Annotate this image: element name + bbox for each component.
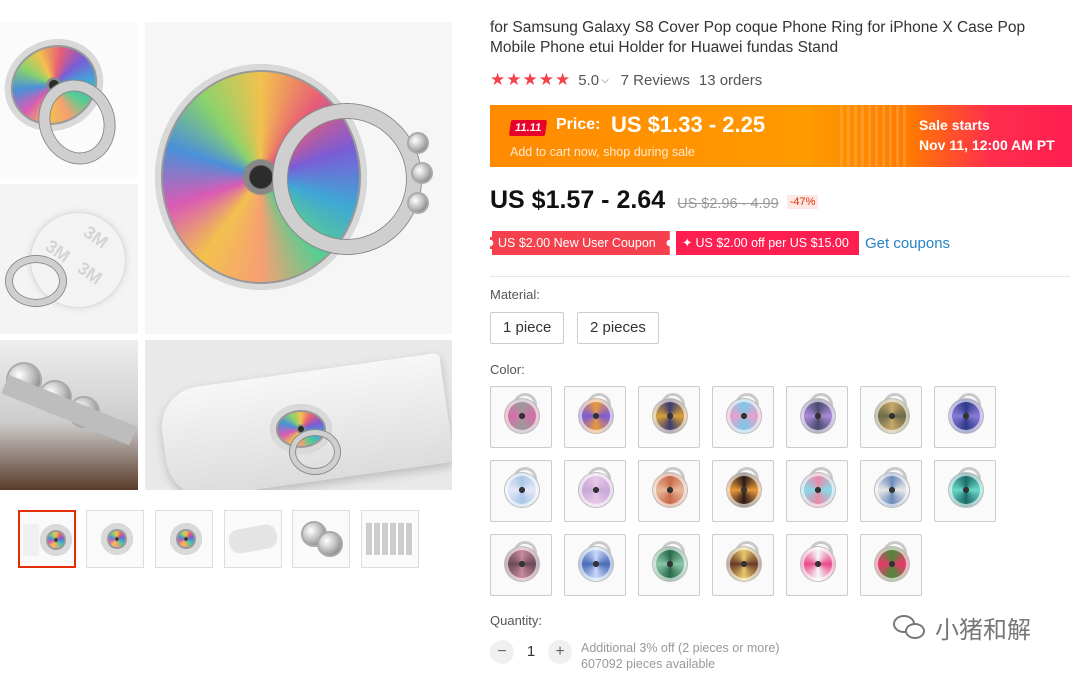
sale-badge: 11.11 (508, 120, 548, 136)
color-swatch[interactable] (860, 534, 922, 596)
store-coupon[interactable]: ✦ US $2.00 off per US $15.00 (676, 231, 859, 255)
thumbnail-1[interactable] (18, 510, 76, 568)
quantity-value[interactable]: 1 (514, 640, 548, 664)
watermark-text: 小猪和解 (935, 617, 1031, 644)
material-option-2-pieces[interactable]: 2 pieces (577, 312, 659, 344)
swatch-image (579, 473, 613, 507)
swatch-image (653, 473, 687, 507)
current-price: US $1.57 - 2.64 (490, 186, 666, 214)
color-swatch[interactable] (564, 534, 626, 596)
image-phone-with-ring (145, 340, 452, 490)
image-ring-angle (0, 22, 138, 177)
quantity-note: Additional 3% off (2 pieces or more) 607… (581, 640, 779, 672)
stock-available: 607092 pieces available (581, 657, 716, 671)
color-label: Color: (490, 362, 525, 377)
price-row: US $1.57 - 2.64 US $2.96 - 4.99 -47% (490, 186, 819, 215)
promo-price-value: US $1.33 - 2.25 (611, 112, 766, 137)
sale-banner: 11.11 Price: US $1.33 - 2.25 Add to cart… (490, 105, 1072, 167)
color-swatch[interactable] (490, 460, 552, 522)
swatch-image (801, 399, 835, 433)
color-swatch[interactable] (786, 386, 848, 448)
swatch-image (505, 547, 539, 581)
sale-starts-date: Nov 11, 12:00 AM PT (919, 137, 1055, 153)
new-user-coupon[interactable]: US $2.00 New User Coupon (490, 231, 670, 255)
swatch-image (875, 547, 909, 581)
swatch-image (727, 473, 761, 507)
product-gallery: 3M 3M 3M (0, 0, 460, 676)
banner-decoration (840, 105, 910, 167)
swatch-image (653, 547, 687, 581)
swatch-image (579, 547, 613, 581)
product-info: for Samsung Galaxy S8 Cover Pop coque Ph… (490, 18, 1074, 671)
sparkle-icon: ✦ (682, 236, 693, 250)
thumbnail-2[interactable] (86, 510, 144, 568)
reviews-link[interactable]: 7 Reviews (621, 72, 690, 89)
thumbnail-3[interactable] (155, 510, 213, 568)
swatch-image (653, 399, 687, 433)
discount-badge: -47% (786, 195, 819, 209)
quantity-stepper: − 1 + Additional 3% off (2 pieces or mor… (490, 640, 779, 672)
swatch-image (801, 473, 835, 507)
swatch-image (875, 473, 909, 507)
increase-quantity-button[interactable]: + (548, 640, 572, 664)
swatch-image (505, 399, 539, 433)
swatch-image (801, 547, 835, 581)
color-swatch[interactable] (712, 534, 774, 596)
color-swatch-grid (490, 386, 1030, 598)
image-3m-sticker: 3M 3M 3M (0, 184, 138, 334)
promo-subtitle: Add to cart now, shop during sale (510, 145, 695, 159)
color-swatch[interactable] (934, 460, 996, 522)
swatch-image (505, 473, 539, 507)
bulk-discount-note: Additional 3% off (2 pieces or more) (581, 641, 780, 655)
swatch-image (875, 399, 909, 433)
color-swatch[interactable] (712, 460, 774, 522)
thumbnail-5[interactable] (292, 510, 350, 568)
color-swatch[interactable] (786, 534, 848, 596)
swatch-image (727, 547, 761, 581)
store-coupon-label: US $2.00 off per US $15.00 (695, 236, 849, 250)
color-swatch[interactable] (638, 386, 700, 448)
swatch-image (949, 473, 983, 507)
color-swatch[interactable] (564, 386, 626, 448)
thumbnail-strip (18, 510, 438, 568)
promo-price-label: Price: (556, 116, 601, 133)
chevron-down-icon[interactable]: ⌵ (601, 75, 609, 86)
sale-starts-label: Sale starts (919, 117, 990, 133)
thumbnail-6[interactable] (361, 510, 419, 568)
color-swatch[interactable] (564, 460, 626, 522)
swatch-image (579, 399, 613, 433)
color-swatch[interactable] (860, 386, 922, 448)
divider (490, 276, 1070, 277)
rating-row: ★★★★★ 5.0 ⌵ 7 Reviews 13 orders (490, 70, 762, 90)
material-label: Material: (490, 287, 540, 302)
wechat-icon (893, 613, 929, 643)
swatch-image (949, 399, 983, 433)
swatch-image (727, 399, 761, 433)
color-swatch[interactable] (786, 460, 848, 522)
color-swatch[interactable] (490, 534, 552, 596)
orders-count: 13 orders (698, 71, 763, 89)
image-main-flower-ring (145, 22, 452, 334)
color-swatch[interactable] (638, 460, 700, 522)
color-swatch[interactable] (860, 460, 922, 522)
get-coupons-link[interactable]: Get coupons (865, 235, 950, 252)
image-gems-closeup (0, 340, 138, 490)
color-swatch[interactable] (638, 534, 700, 596)
original-price: US $2.96 - 4.99 (677, 196, 779, 212)
thumbnail-4[interactable] (224, 510, 282, 568)
color-swatch[interactable] (712, 386, 774, 448)
quantity-label: Quantity: (490, 613, 543, 628)
color-swatch[interactable] (490, 386, 552, 448)
product-title: for Samsung Galaxy S8 Cover Pop coque Ph… (490, 19, 1026, 56)
star-rating-icon: ★★★★★ (490, 70, 572, 89)
coupon-row: US $2.00 New User Coupon ✦ US $2.00 off p… (490, 231, 950, 255)
watermark: 小猪和解 (893, 610, 1031, 645)
rating-value[interactable]: 5.0 (578, 72, 599, 89)
main-product-image[interactable]: 3M 3M 3M (0, 22, 452, 490)
decrease-quantity-button[interactable]: − (490, 640, 514, 664)
material-option-1-piece[interactable]: 1 piece (490, 312, 565, 344)
color-swatch[interactable] (934, 386, 996, 448)
